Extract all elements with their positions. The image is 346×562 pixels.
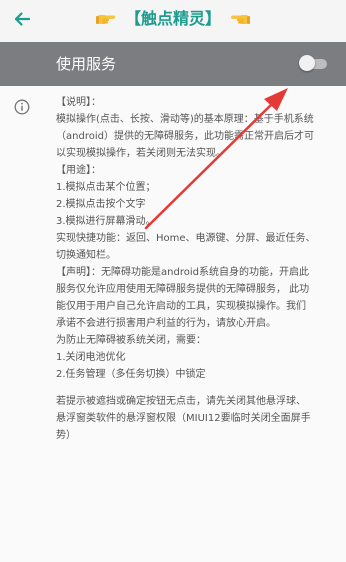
info-icon <box>14 99 30 115</box>
note-line: 悬浮窗类软件的悬浮窗权限（MIUI12要临时关闭全面屏手 <box>56 413 311 424</box>
description-line: 能仅用于用户自己允许启动的工具，实现模拟操作。我们 <box>56 301 306 312</box>
description-line: 为防止无障碍被系统关闭，需要： <box>56 335 206 346</box>
description-line: 模拟操作(点击、长按、滑动等)的基本原理：基于手机系统 <box>56 114 314 125</box>
page-title: 【触点精灵】 <box>0 8 346 30</box>
description-line: 【声明】：无障碍功能是android系统自身的功能，开启此 <box>56 267 309 278</box>
description-line: 3.模拟进行屏幕滑动。 <box>56 216 156 227</box>
description-line: 1.关闭电池优化 <box>56 352 126 363</box>
app-bar: 【触点精灵】 <box>0 0 346 42</box>
description-line: 【用途】： <box>56 165 101 176</box>
description-line: 服务仅允许应用使用无障碍服务提供的无障碍服务， 此功 <box>56 284 310 295</box>
title-text: 【触点精灵】 <box>124 9 221 28</box>
service-description: 【说明】： 模拟操作(点击、长按、滑动等)的基本原理：基于手机系统 （andro… <box>56 94 340 444</box>
use-service-row[interactable]: 使用服务 <box>0 42 346 86</box>
pointing-hand-left-icon <box>231 15 251 24</box>
description-line: 1.模拟点击某个位置； <box>56 182 156 193</box>
description-line: 实现快捷功能：返回、Home、电源键、分屏、最近任务、 <box>56 233 316 244</box>
description-line: 切换通知栏。 <box>56 250 116 261</box>
description-line: 以实现模拟操作，若关闭则无法实现。 <box>56 148 226 159</box>
use-service-switch[interactable] <box>299 55 329 71</box>
note-line: 若提示被遮挡或确定按钮无点击，请先关闭其他悬浮球、 <box>56 396 306 407</box>
note-line: 势） <box>56 430 76 441</box>
description-line: 2.模拟点击按个文字 <box>56 199 146 210</box>
switch-thumb <box>299 55 315 71</box>
description-line: （android）提供的无障碍服务，此功能需正常开启后才可 <box>56 131 314 142</box>
description-line: 【说明】： <box>56 97 101 108</box>
description-line: 承诺不会进行损害用户利益的行为，请放心开启。 <box>56 318 276 329</box>
use-service-label: 使用服务 <box>56 55 117 73</box>
pointing-hand-right-icon <box>95 15 115 24</box>
description-line: 2.任务管理（多任务切换）中锁定 <box>56 369 206 380</box>
